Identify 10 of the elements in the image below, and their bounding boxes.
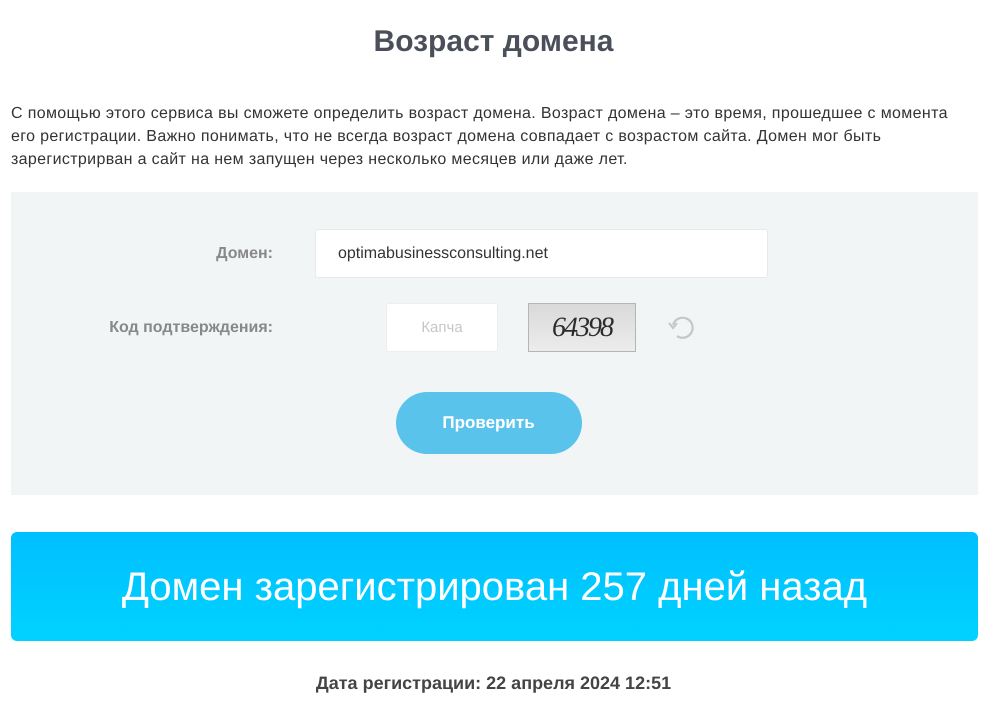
registration-date: Дата регистрации: 22 апреля 2024 12:51: [314, 672, 672, 695]
captcha-input[interactable]: Капча: [386, 303, 498, 352]
refresh-icon[interactable]: [668, 314, 696, 342]
captcha-image: 64398: [528, 303, 636, 352]
field-label: Домен:: [215, 244, 273, 264]
field-label: Код подтверждения:: [108, 318, 273, 338]
domain-input[interactable]: optimabusinessconsulting.net: [315, 229, 768, 278]
description-paragraph: С помощью этого сервиса вы сможете определить возраст домена. Возраст домена – это время, прошедшее с момента его регистрации. Важно понимать, что не всегда возраст домена совпадает с возрастом сайта. Домен мог быть зарегистрирван а сайт на нем запущен через несколько месяцев или даже лет.: [11, 104, 949, 170]
result-banner: Домен зарегистрирован 257 дней назад: [11, 532, 978, 641]
page-title: Возраст домена: [372, 24, 615, 60]
